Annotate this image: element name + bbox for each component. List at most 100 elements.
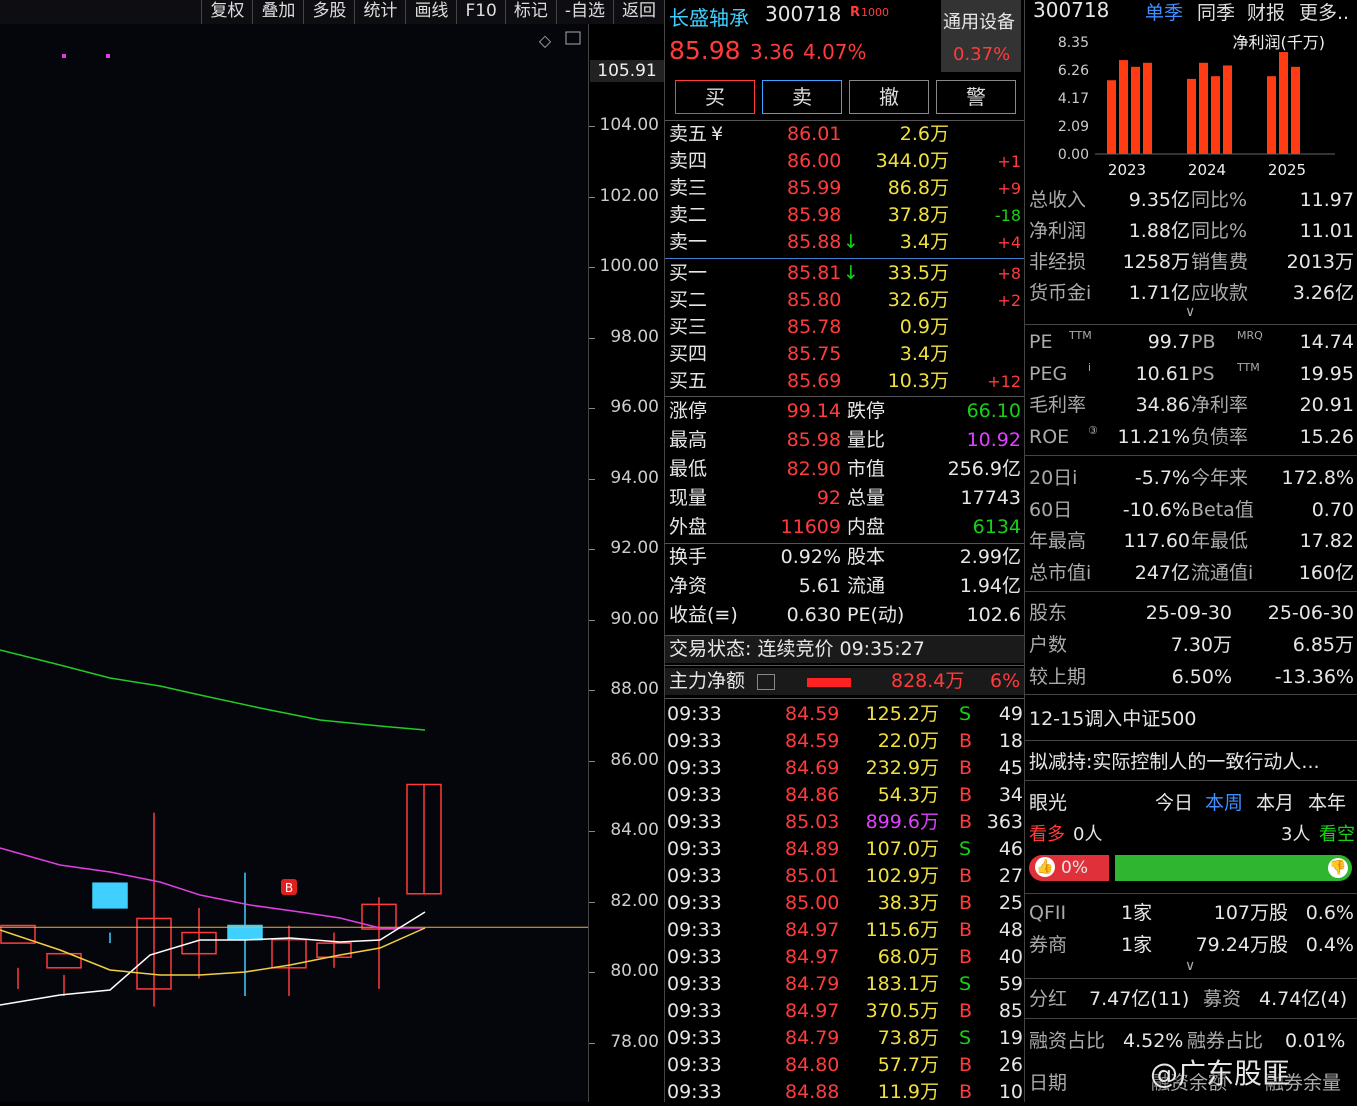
- val-value: 10.61: [1135, 362, 1190, 385]
- chart-canvas[interactable]: B◇: [0, 0, 588, 1102]
- tick-volume: 38.3万: [877, 892, 939, 914]
- tick-row: 09:33 84.97 370.5万 B 85: [665, 998, 1025, 1025]
- holder-value: 25-09-30: [1145, 602, 1232, 624]
- tick-side: B: [959, 892, 973, 914]
- perf-label: 20日i: [1029, 467, 1078, 489]
- fund-tab-3[interactable]: 更多..: [1299, 0, 1349, 25]
- panel-toggle-icon[interactable]: [565, 31, 581, 45]
- alert-button[interactable]: 警: [936, 80, 1016, 114]
- tick-row: 09:33 84.89 107.0万 S 46: [665, 836, 1025, 863]
- news-item[interactable]: 12-15调入中证500: [1025, 704, 1357, 734]
- toolbar-item-7[interactable]: -自选: [555, 0, 613, 24]
- toolbar-item-0[interactable]: 复权: [201, 0, 252, 24]
- toolbar-item-6[interactable]: 标记: [504, 0, 556, 24]
- tick-price: 84.89: [785, 838, 840, 860]
- r-badge-num: 1000: [861, 6, 889, 19]
- toolbar-item-5[interactable]: F10: [456, 0, 504, 24]
- stats-row: 外盘 11609 内盘 6134: [665, 514, 1025, 541]
- bear-count: 3人: [1281, 824, 1311, 845]
- expand-icon[interactable]: ∨: [1185, 304, 1195, 320]
- expand-icon[interactable]: ∨: [1185, 958, 1195, 974]
- book-midline: [665, 258, 1025, 259]
- buy-button[interactable]: 买: [675, 80, 755, 114]
- candlestick-chart[interactable]: B ◇: [0, 0, 588, 1102]
- tick-row: 09:33 84.97 115.6万 B 48: [665, 917, 1025, 944]
- main-flow-bar: [807, 678, 851, 687]
- divider: [1025, 455, 1357, 456]
- fund-tab-0[interactable]: 单季: [1145, 0, 1183, 25]
- stats-row: 涨停 99.14 跌停 66.10: [665, 398, 1025, 425]
- stat-value: 92: [816, 487, 841, 509]
- bid-delta: +2: [997, 291, 1021, 310]
- tick-row: 09:33 84.80 57.7万 B 26: [665, 1052, 1025, 1079]
- cancel-button[interactable]: 撤: [849, 80, 929, 114]
- val-label: 净利率: [1191, 394, 1249, 416]
- diamond-icon[interactable]: ◇: [539, 31, 552, 50]
- divider: [665, 543, 1025, 544]
- raise-label: 募资: [1203, 988, 1242, 1010]
- list-icon[interactable]: [757, 674, 775, 690]
- eye-tab-month[interactable]: 本月: [1256, 788, 1294, 818]
- fund-tab-2[interactable]: 财报: [1247, 0, 1285, 25]
- tick-volume: 232.9万: [865, 757, 939, 779]
- ask-row-4[interactable]: 卖四 86.00 344.0万 +1: [665, 148, 1025, 175]
- bid-row-3[interactable]: 买三 85.78 0.9万: [665, 314, 1025, 341]
- main-flow-label: 主力净额: [669, 670, 746, 692]
- stat-label: 市值: [847, 458, 886, 480]
- tick-price: 84.97: [785, 919, 840, 941]
- stat-value: 0.92%: [780, 546, 841, 568]
- perf-label: 年最高: [1029, 530, 1087, 552]
- ask-delta: +4: [997, 233, 1021, 252]
- news-text: 拟减持:实际控制人的一致行动人...: [1029, 751, 1320, 773]
- toolbar-item-1[interactable]: 叠加: [252, 0, 303, 24]
- bull-vote-button[interactable]: 👍 0%: [1029, 855, 1109, 881]
- trade-status-text: 交易状态: 连续竞价 09:35:27: [669, 638, 925, 660]
- bid-label: 买四: [669, 343, 708, 365]
- fund-tab-1[interactable]: 同季: [1197, 0, 1235, 25]
- val-sub: MRQ: [1237, 329, 1263, 342]
- tick-price: 84.80: [785, 1054, 840, 1076]
- divider: [1025, 893, 1357, 894]
- toolbar-item-8[interactable]: 返回: [613, 0, 664, 24]
- stats-row: 现量 92 总量 17743: [665, 485, 1025, 512]
- price-change: 3.36: [750, 40, 795, 64]
- holder-row: 较上期 6.50% -13.36%: [1025, 662, 1357, 692]
- ask-label: 卖三: [669, 177, 708, 199]
- stat-value: 0.630: [786, 604, 841, 626]
- bear-vote-bar[interactable]: 👎: [1115, 855, 1352, 881]
- fundamentals-panel: 300718 单季 同季 财报 更多.. 8.35 6.26 4.17 2.09 0.00 净利…: [1024, 0, 1357, 1102]
- eye-tab-year[interactable]: 本年: [1308, 788, 1346, 818]
- ask-row-5[interactable]: 卖五 ¥86.01 2.6万: [665, 121, 1025, 148]
- toolbar-item-4[interactable]: 画线: [405, 0, 456, 24]
- eye-tab-week[interactable]: 本周: [1205, 788, 1243, 818]
- bid-row-5[interactable]: 买五 85.69 10.3万 +12: [665, 368, 1025, 395]
- news-item[interactable]: 拟减持:实际控制人的一致行动人...: [1025, 747, 1357, 777]
- ask-delta: -18: [994, 206, 1021, 225]
- tick-side: B: [959, 1054, 973, 1076]
- sector-box[interactable]: 通用设备 0.37%: [941, 0, 1021, 72]
- ask-row-1[interactable]: 卖一 85.88 ↓ 3.4万 +4: [665, 229, 1025, 256]
- thumb-down-icon[interactable]: 👎: [1328, 858, 1348, 878]
- toolbar-item-3[interactable]: 统计: [354, 0, 405, 24]
- ask-row-2[interactable]: 卖二 85.98 37.8万 -18: [665, 202, 1025, 229]
- fin-value: 11.97: [1299, 189, 1354, 211]
- stat-label: 现量: [669, 487, 708, 509]
- sell-button[interactable]: 卖: [762, 80, 842, 114]
- tick-row: 09:33 84.69 232.9万 B 45: [665, 755, 1025, 782]
- stat-label: 股本: [847, 546, 886, 568]
- bid-label: 买三: [669, 316, 708, 338]
- bid-row-4[interactable]: 买四 85.75 3.4万: [665, 341, 1025, 368]
- toolbar-item-2[interactable]: 多股: [303, 0, 354, 24]
- tick-row: 09:33 85.03 899.6万 B 363: [665, 809, 1025, 836]
- ask-delta: +9: [997, 179, 1021, 198]
- ask-row-3[interactable]: 卖三 85.99 86.8万 +9: [665, 175, 1025, 202]
- fin-label: 同比%: [1191, 220, 1248, 242]
- bid-row-2[interactable]: 买二 85.80 32.6万 +2: [665, 287, 1025, 314]
- ask-delta: +1: [997, 152, 1021, 171]
- bid-row-1[interactable]: 买一 85.81 ↓ 33.5万 +8: [665, 260, 1025, 287]
- stat-value: 1.94亿: [959, 575, 1021, 597]
- stat-value: 17743: [960, 487, 1021, 509]
- holder-value: 7.30万: [1170, 634, 1232, 656]
- eye-tab-today[interactable]: 今日: [1155, 788, 1193, 818]
- tick-volume: 54.3万: [877, 784, 939, 806]
